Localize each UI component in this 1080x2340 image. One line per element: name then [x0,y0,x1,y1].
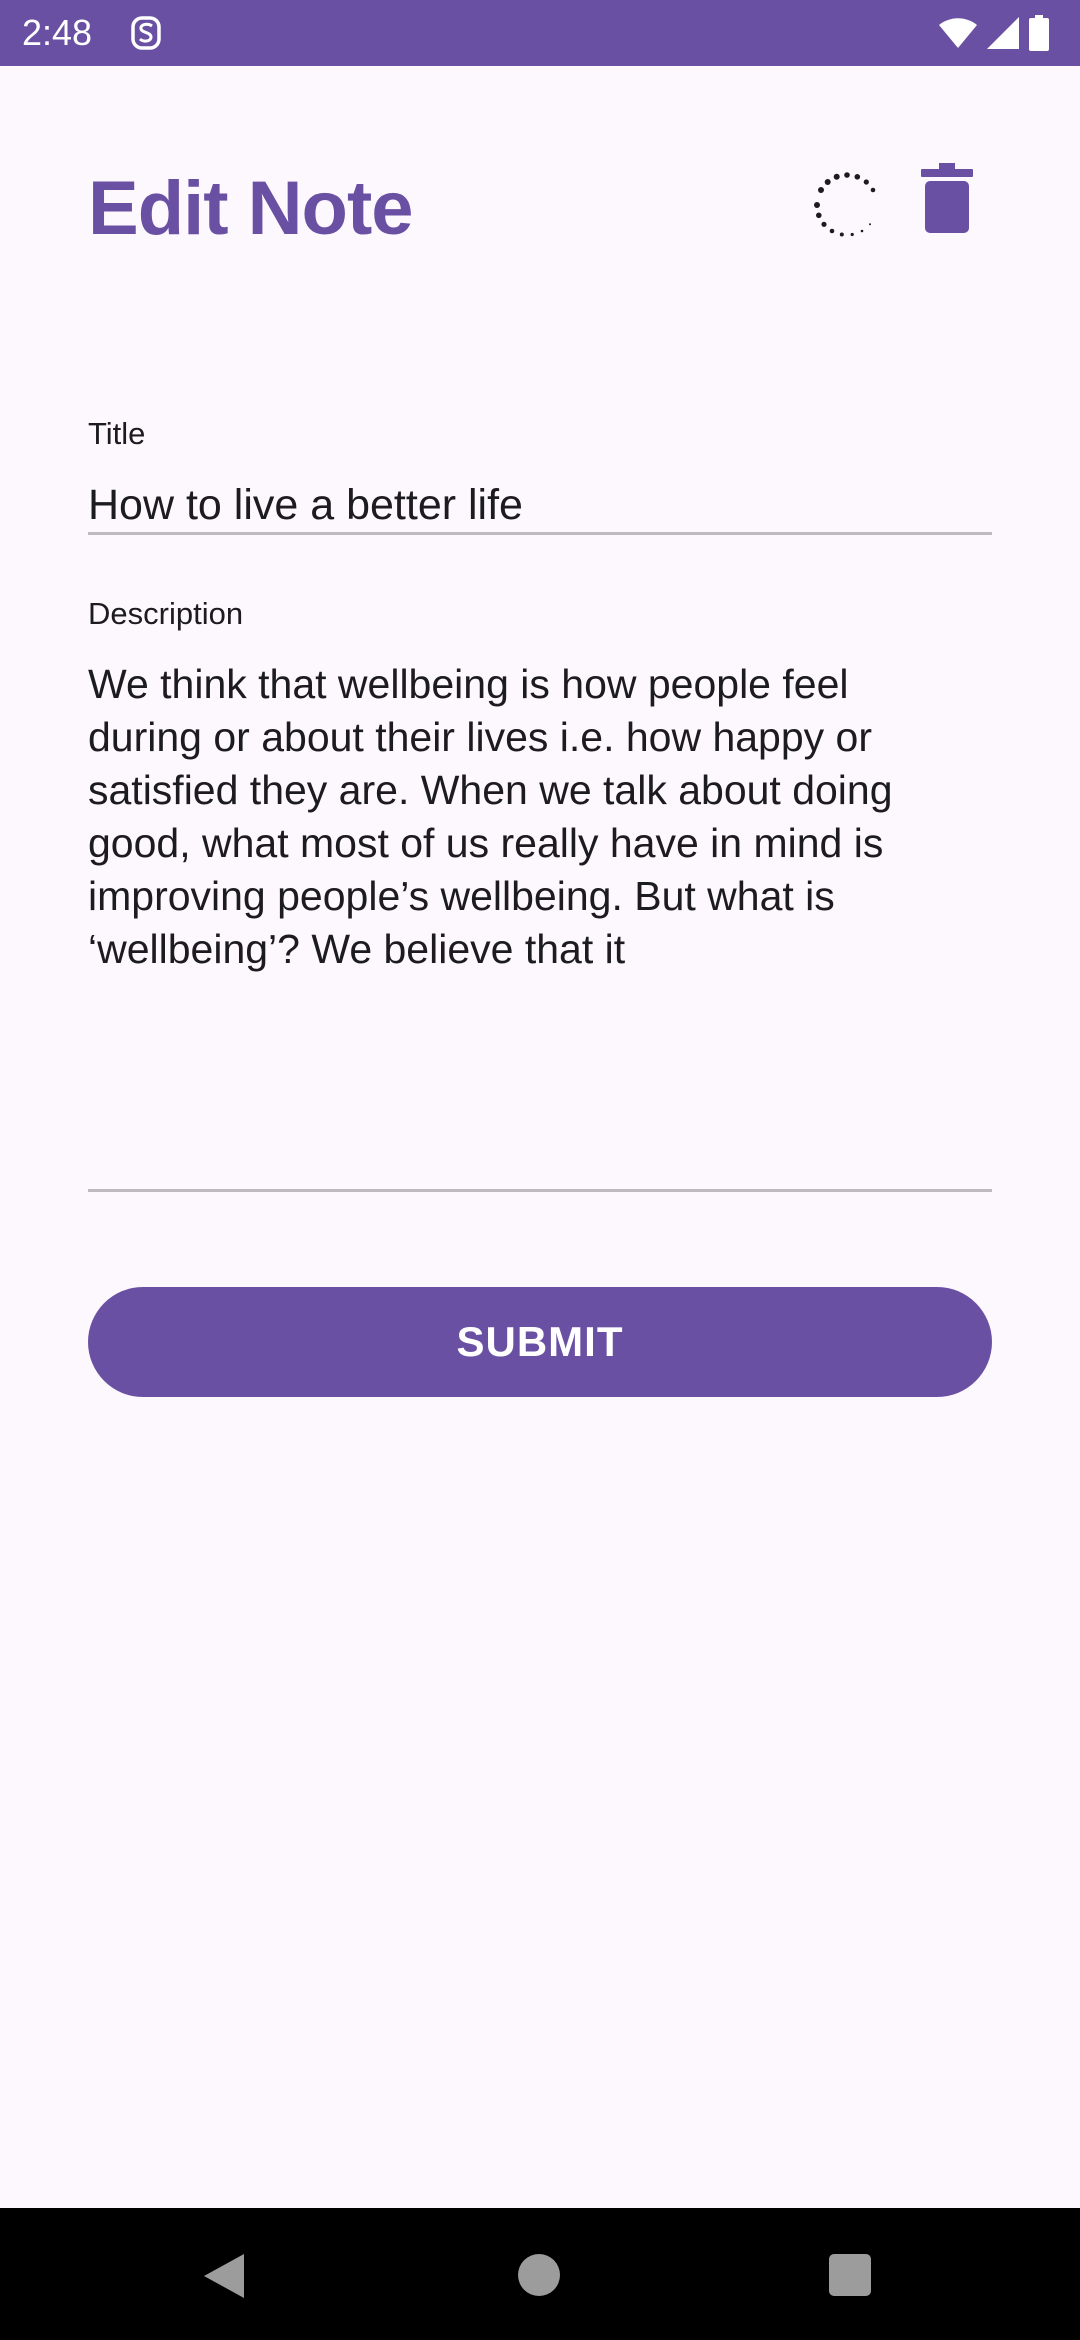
description-field-underline [88,1189,992,1192]
description-label: Description [88,596,244,631]
title-label: Title [88,416,146,451]
title-field-underline [88,532,992,535]
spinner-icon [814,172,876,237]
submit-button[interactable]: SUBMIT [88,1287,992,1397]
trash-icon [921,163,973,233]
delete-button[interactable] [912,158,982,238]
status-time: 2:48 [22,12,93,53]
s-notification-icon [131,16,161,50]
navigation-bar [0,2208,1080,2340]
cell-signal-icon [987,17,1019,49]
recents-icon[interactable] [829,2254,871,2296]
home-icon[interactable] [518,2254,560,2296]
status-bar: 2:48 [0,0,1080,66]
battery-icon [1029,15,1049,51]
wifi-icon [939,18,977,48]
page-title: Edit Note [88,166,414,251]
back-icon[interactable] [202,2252,246,2300]
description-field[interactable]: We think that wellbeing is how people fe… [88,658,992,976]
title-field[interactable]: How to live a better life [88,478,992,532]
status-icons [938,14,1050,52]
